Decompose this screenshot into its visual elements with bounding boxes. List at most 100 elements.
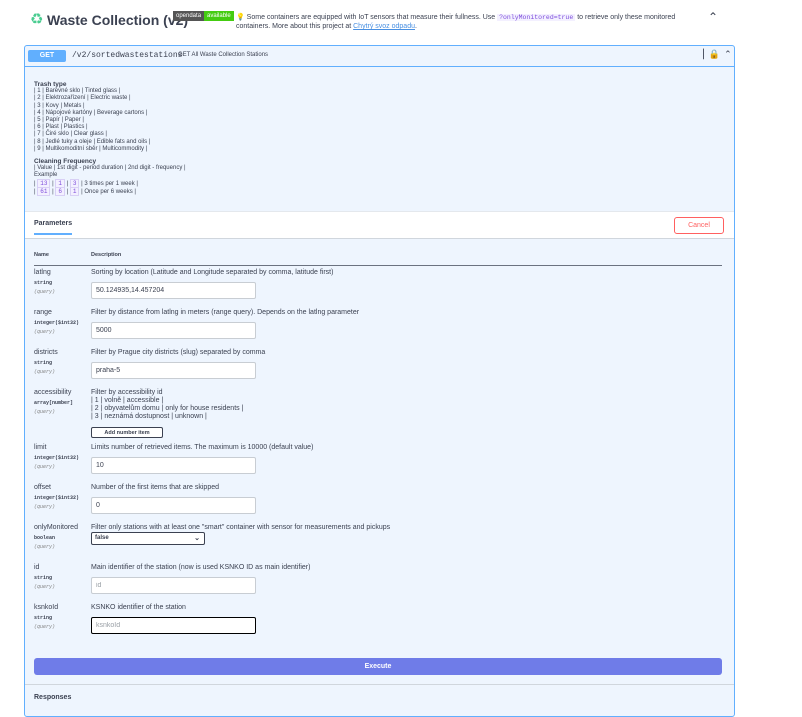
col-desc-header: Description (91, 252, 122, 258)
example-value: 61 (37, 186, 51, 196)
param-desc: Filter only stations with at least one "… (91, 524, 391, 531)
trash-line: | 5 | Papír | Paper | (34, 117, 84, 124)
select-value: false (95, 535, 109, 541)
param-name: accessibility (34, 389, 72, 396)
param-in: (query) (34, 289, 56, 295)
limit-input[interactable] (91, 457, 256, 474)
responses-heading: Responses (34, 694, 72, 701)
cleaning-line: | Value | 1st digit - period duration | … (34, 165, 186, 172)
param-desc: KSNKO identifier of the station (91, 604, 186, 611)
divider (25, 684, 734, 685)
badge-right: available (204, 11, 234, 21)
lightbulb-icon: 💡 (236, 14, 245, 21)
param-in: (query) (34, 464, 56, 470)
param-desc: Sorting by location (Latitude and Longit… (91, 269, 334, 276)
ksnkoid-input[interactable] (91, 617, 256, 634)
range-input[interactable] (91, 322, 256, 339)
onlymonitored-select[interactable]: false ⌄ (91, 532, 205, 545)
param-type: integer($int32) (34, 455, 80, 461)
operation-description: Trash type | 1 | Barevné sklo | Tinted g… (34, 81, 724, 196)
example-digit: 6 (55, 186, 65, 196)
example-row: | 13 | 1 | 3 | 3 times per 1 week | (34, 178, 138, 188)
parameters-bar: Parameters Cancel (25, 211, 734, 239)
param-desc: Filter by Prague city districts (slug) s… (91, 349, 266, 356)
col-name-header: Name (34, 252, 49, 258)
chevron-up-icon[interactable]: ⌃ (708, 10, 718, 24)
trash-line: | 2 | Elektrozařízení | Electric waste | (34, 95, 131, 102)
desc-line: Filter by accessibility id (91, 389, 163, 396)
param-name: districts (34, 349, 58, 356)
trash-line: | 6 | Plast | Plastics | (34, 124, 88, 131)
param-name: range (34, 309, 52, 316)
project-link[interactable]: Chytrý svoz odpadu (353, 23, 415, 30)
tag-header[interactable]: ♻ Waste Collection (v2) opendata availab… (0, 0, 802, 38)
chevron-down-icon: ⌄ (194, 535, 200, 542)
param-name: latlng (34, 269, 51, 276)
param-in: (query) (34, 329, 56, 335)
param-in: (query) (34, 409, 56, 415)
param-name: ksnkoId (34, 604, 59, 611)
chevron-up-icon[interactable]: ⌃ (724, 49, 732, 60)
trash-line: | 1 | Barevné sklo | Tinted glass | (34, 88, 121, 95)
desc-end: . (415, 23, 417, 30)
tab-parameters[interactable]: Parameters (34, 220, 73, 235)
example-label: Example (34, 172, 58, 179)
operation-summary-text: GET All Waste Collection Stations (178, 52, 269, 58)
param-desc: Number of the first items that are skipp… (91, 484, 219, 491)
param-in: (query) (34, 584, 56, 590)
param-desc: Main identifier of the station (now is u… (91, 564, 311, 571)
trash-line: | 8 | Jedlé tuky a oleje | Edible fats a… (34, 138, 151, 145)
add-number-item-button[interactable]: Add number item (91, 427, 163, 438)
operation-summary[interactable]: GET /v2/sortedwastestations GET All Wast… (25, 46, 734, 67)
desc-line: | 3 | neznámá dostupnost | unknown | (91, 413, 207, 420)
execute-button[interactable]: Execute (34, 658, 722, 675)
param-type: string (34, 615, 53, 621)
lock-icon[interactable]: 🔒 (708, 49, 719, 60)
desc-line: | 1 | volně | accessible | (91, 397, 164, 404)
param-name: id (34, 564, 40, 571)
cancel-button[interactable]: Cancel (674, 217, 724, 234)
operation-block: GET /v2/sortedwastestations GET All Wast… (24, 45, 735, 717)
trash-line: | 4 | Nápojové kartóny | Beverage carton… (34, 109, 148, 116)
tag-title: Waste Collection (v2) (47, 12, 189, 28)
param-desc: Filter by distance from latlng in meters… (91, 309, 360, 316)
param-type: integer($int32) (34, 320, 80, 326)
param-type: string (34, 280, 53, 286)
param-name: offset (34, 484, 51, 491)
offset-input[interactable] (91, 497, 256, 514)
param-type: boolean (34, 535, 56, 541)
opendata-badge: opendata available (173, 11, 234, 21)
param-in: (query) (34, 624, 56, 630)
param-type: array[number] (34, 400, 74, 406)
trash-line: | 7 | Čiré sklo | Clear glass | (34, 131, 107, 138)
param-type: string (34, 575, 53, 581)
trash-line: | 9 | Multikomoditní sběr | Multicommodi… (34, 145, 148, 152)
trash-line: | 3 | Kovy | Metals | (34, 102, 85, 109)
param-in: (query) (34, 504, 56, 510)
cleaning-heading: Cleaning Frequency (34, 158, 97, 166)
parameters-table-header: Name Description (34, 252, 722, 266)
method-badge: GET (28, 50, 66, 62)
example-row: | 61 | 6 | 1 | Once per 6 weeks | (34, 186, 136, 196)
desc-code: ?onlyMonitored=true (497, 14, 576, 21)
latlng-input[interactable] (91, 282, 256, 299)
trash-heading: Trash type (34, 81, 67, 88)
param-in: (query) (34, 544, 56, 550)
param-in: (query) (34, 369, 56, 375)
id-input[interactable] (91, 577, 256, 594)
param-type: string (34, 360, 53, 366)
recycle-icon: ♻ (30, 11, 44, 28)
param-name: limit (34, 444, 47, 451)
districts-input[interactable] (91, 362, 256, 379)
badge-left: opendata (173, 11, 205, 21)
example-text: | Once per 6 weeks | (81, 188, 136, 195)
desc-line: | 2 | obyvatelům domu | only for house r… (91, 405, 244, 412)
param-desc: Limits number of retrieved items. The ma… (91, 444, 314, 451)
param-desc: Filter by accessibility id | 1 | volně |… (91, 389, 721, 421)
operation-path: /v2/sortedwastestations (72, 51, 183, 60)
param-name: onlyMonitored (34, 524, 78, 531)
copy-link-icon[interactable]: ▕ (697, 49, 704, 60)
example-digit: 1 (69, 186, 80, 196)
tag-description: 💡 Some containers are equipped with IoT … (236, 13, 706, 31)
param-type: integer($int32) (34, 495, 80, 501)
